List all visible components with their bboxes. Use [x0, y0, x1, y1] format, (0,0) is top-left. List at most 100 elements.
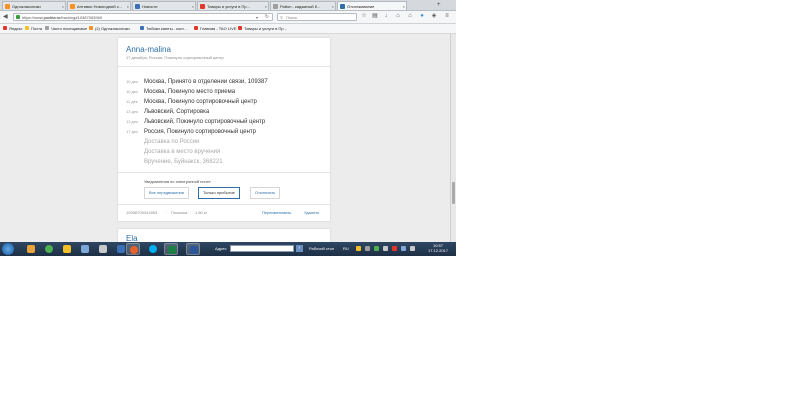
- tracking-card: Ela: [118, 229, 330, 242]
- tray-icon[interactable]: [392, 246, 397, 251]
- address-label: Адрес: [215, 246, 227, 251]
- parcel-weight: 1.80 кг: [195, 210, 208, 215]
- folder-icon: [63, 245, 71, 253]
- bookmark-star-icon[interactable]: ☆: [361, 13, 367, 20]
- divider: [118, 172, 330, 173]
- bookmark-item[interactable]: Главная - TAO LIVE: [194, 24, 237, 33]
- bookmark-item[interactable]: Часто посещаемые: [45, 24, 87, 33]
- language-indicator[interactable]: RU: [343, 244, 349, 253]
- screen: Одноклассники × Антивио Новогодний с... …: [0, 0, 456, 256]
- tab-antivio[interactable]: Антивио Новогодний с... ×: [67, 1, 131, 10]
- lock-icon: [16, 15, 20, 19]
- taskbar-app[interactable]: [164, 243, 178, 255]
- system-clock[interactable]: 10:57 17.12.2017: [426, 243, 450, 253]
- tray-icon[interactable]: [383, 246, 388, 251]
- tray-icon[interactable]: [374, 246, 379, 251]
- bookmark-item[interactable]: (2) Одноклассники: [89, 24, 130, 33]
- page-icon: [273, 4, 278, 9]
- firefox-icon: [130, 246, 138, 254]
- tab-tracking[interactable]: Отслеживание ×: [337, 1, 407, 10]
- future-step: Доставка в место вручения: [144, 149, 221, 155]
- tab-label: Район - каджиный б...: [280, 4, 321, 9]
- all-moves-button[interactable]: Все передвижения: [144, 187, 189, 199]
- taskbar-app[interactable]: [42, 243, 56, 255]
- close-icon[interactable]: ×: [403, 2, 405, 10]
- bookmark-item[interactable]: Почта: [25, 24, 42, 33]
- bookmark-item[interactable]: Яндекс: [3, 24, 22, 33]
- vertical-scrollbar[interactable]: [450, 34, 456, 242]
- extension-icon[interactable]: ◈: [431, 13, 437, 20]
- delete-link[interactable]: Удалить: [304, 210, 319, 215]
- word-icon: [190, 246, 198, 254]
- tab-district[interactable]: Район - каджиный б... ×: [270, 1, 336, 10]
- search-icon: ⚲: [280, 15, 283, 20]
- close-icon[interactable]: ×: [62, 2, 64, 10]
- future-step: Вручение, Буйнакск, 368221: [144, 159, 223, 165]
- track-number: 10938705341863: [126, 210, 158, 215]
- odnoklassniki-icon: [89, 26, 93, 30]
- parcel-title[interactable]: Anna-malina: [126, 45, 171, 54]
- sync-icon[interactable]: ●: [419, 13, 425, 20]
- prom-icon: [200, 4, 205, 9]
- desktop-label[interactable]: Рабочий стол: [309, 244, 334, 253]
- library-icon[interactable]: ▤: [372, 13, 378, 20]
- tab-label: Антивио Новогодний с...: [77, 4, 123, 9]
- volume-icon[interactable]: [410, 246, 415, 251]
- tray-icon[interactable]: [356, 246, 361, 251]
- close-icon[interactable]: ×: [332, 2, 334, 10]
- parcel-type: Посылка: [171, 210, 188, 215]
- scrollbar-thumb[interactable]: [452, 182, 455, 204]
- odnoklassniki-icon: [5, 4, 10, 9]
- yandex-icon: [3, 26, 7, 30]
- future-step: Доставка по России: [144, 139, 200, 145]
- tab-products[interactable]: Товары и услуги в Пр... ×: [197, 1, 269, 10]
- address-input[interactable]: [230, 245, 294, 252]
- close-icon[interactable]: ×: [265, 2, 267, 10]
- separator: ·: [166, 210, 168, 215]
- event-row: 10 дек Москва, Покинуло место приема: [126, 89, 236, 95]
- taskbar-app-firefox[interactable]: [126, 243, 140, 255]
- mail-icon: [25, 26, 29, 30]
- new-tab-icon[interactable]: +: [437, 1, 441, 9]
- download-icon[interactable]: ↓: [383, 13, 389, 20]
- search-placeholder: Поиск: [286, 15, 298, 20]
- menu-icon[interactable]: ≡: [444, 13, 450, 20]
- taskbar-app[interactable]: [78, 243, 92, 255]
- tray-icon[interactable]: [365, 246, 370, 251]
- go-icon[interactable]: ›: [296, 245, 303, 252]
- disable-notices-button[interactable]: Отключить: [250, 187, 281, 199]
- tab-odnoklassniki[interactable]: Одноклассники ×: [2, 1, 66, 10]
- dropdown-icon[interactable]: ▾: [256, 14, 258, 21]
- close-icon[interactable]: ×: [192, 2, 194, 10]
- parcel-title[interactable]: Ela: [126, 234, 138, 242]
- url-bar[interactable]: https://www.pochta.ru/tracking#103870539…: [13, 13, 273, 21]
- taskbar-app[interactable]: [24, 243, 38, 255]
- tab-label: Товары и услуги в Пр...: [207, 4, 250, 9]
- window-icon: [81, 245, 89, 253]
- back-icon[interactable]: ◀: [3, 13, 8, 21]
- taskbar-app[interactable]: [60, 243, 74, 255]
- divider: [118, 66, 330, 67]
- parcel-status: 17 декабря, Россия, Покинуло сортировочн…: [126, 55, 224, 60]
- home-icon[interactable]: ⌂: [407, 13, 413, 20]
- tao-icon: [194, 26, 198, 30]
- bookmark-item[interactable]: Товары и услуги в Пр...: [238, 24, 287, 33]
- bookmark-item[interactable]: Тюбики каюты - кост...: [140, 24, 187, 33]
- start-button[interactable]: [2, 243, 14, 255]
- taskbar-app[interactable]: [96, 243, 110, 255]
- arrival-only-button[interactable]: Только прибытие: [198, 187, 240, 199]
- rename-link[interactable]: Переименовать: [262, 210, 291, 215]
- chrome-icon: [45, 245, 53, 253]
- taskbar-app[interactable]: [186, 243, 200, 255]
- close-icon[interactable]: ×: [127, 2, 129, 10]
- tab-news[interactable]: Новости ×: [132, 1, 196, 10]
- network-icon[interactable]: [401, 246, 406, 251]
- reload-icon[interactable]: ↻: [265, 14, 269, 21]
- search-input[interactable]: ⚲ Поиск: [277, 13, 357, 21]
- email-notice-label: Уведомления по электронной почте: [144, 179, 211, 184]
- event-row: 17 дек Россия, Покинуло сортировочный цен…: [126, 129, 256, 135]
- taskbar-app[interactable]: [146, 243, 160, 255]
- home-icon[interactable]: ⌂: [395, 13, 401, 20]
- navigation-bar: ◀ https://www.pochta.ru/tracking#1038705…: [0, 11, 456, 24]
- event-row: 10 дек Москва, Принято в отделении связи,…: [126, 79, 268, 85]
